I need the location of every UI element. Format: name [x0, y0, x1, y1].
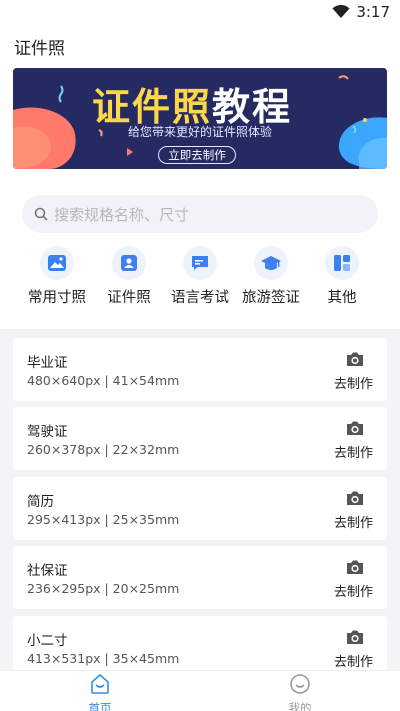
tab-label: 我的 [288, 701, 312, 711]
make-button[interactable]: 去制作 [334, 581, 373, 600]
make-button[interactable]: 去制作 [334, 373, 373, 392]
category-language-exam[interactable]: 语言考试 [160, 246, 240, 307]
category-id-photo[interactable]: 证件照 [89, 246, 169, 307]
profile-icon [290, 674, 310, 694]
search-icon [34, 207, 48, 221]
search-input[interactable]: 搜索规格名称、尺寸 [22, 195, 378, 233]
bottom-tab-bar: 首页 我的 [0, 670, 400, 711]
item-spec: 295×413px | 25×35mm [27, 512, 180, 527]
status-bar: 3:17 [0, 0, 400, 24]
camera-icon [347, 630, 363, 644]
chat-icon [192, 256, 208, 270]
camera-icon [347, 421, 363, 435]
item-name: 社保证 [27, 563, 68, 579]
item-name: 驾驶证 [27, 424, 68, 440]
item-name: 毕业证 [27, 355, 68, 371]
category-travel-visa[interactable]: 旅游签证 [231, 246, 311, 307]
top-area: 3:17 证件照 证件照教程 给您带来更好的证件照体验 立即去制作 搜索规格名称… [0, 0, 400, 329]
item-spec: 260×378px | 22×32mm [27, 442, 180, 457]
banner-subtitle: 给您带来更好的证件照体验 [127, 125, 272, 139]
page-title: 证件照 [14, 39, 65, 59]
category-label: 证件照 [107, 290, 151, 306]
category-icon-wrap [325, 246, 359, 280]
status-time: 3:17 [356, 3, 390, 21]
category-icon-wrap [40, 246, 74, 280]
item-spec: 236×295px | 20×25mm [27, 581, 180, 596]
category-icon-wrap [112, 246, 146, 280]
camera-icon [347, 491, 363, 505]
make-now-button[interactable]: 立即去制作 [158, 146, 236, 164]
id-card-icon [121, 255, 137, 271]
make-button[interactable]: 去制作 [334, 512, 373, 531]
make-button[interactable]: 去制作 [334, 442, 373, 461]
tab-mine[interactable]: 我的 [270, 673, 330, 711]
image-icon [48, 255, 66, 271]
category-icon-wrap [183, 246, 217, 280]
category-other[interactable]: 其他 [302, 246, 382, 307]
item-spec: 413×531px | 35×45mm [27, 651, 180, 666]
grid-icon [334, 255, 350, 271]
make-button[interactable]: 去制作 [334, 651, 373, 670]
category-label: 旅游签证 [242, 290, 300, 306]
home-icon [91, 673, 109, 694]
item-spec: 480×640px | 41×54mm [27, 373, 180, 388]
list-item[interactable]: 简历 295×413px | 25×35mm 去制作 [13, 477, 387, 540]
tutorial-banner[interactable]: 证件照教程 给您带来更好的证件照体验 立即去制作 [13, 68, 387, 169]
wifi-icon [332, 5, 350, 18]
category-common-sizes[interactable]: 常用寸照 [17, 246, 97, 307]
list-item[interactable]: 毕业证 480×640px | 41×54mm 去制作 [13, 338, 387, 401]
category-icon-wrap [254, 246, 288, 280]
item-name: 小二寸 [27, 633, 68, 649]
camera-icon [347, 352, 363, 366]
tab-home[interactable]: 首页 [70, 673, 130, 711]
list-item[interactable]: 社保证 236×295px | 20×25mm 去制作 [13, 546, 387, 609]
category-label: 语言考试 [171, 290, 229, 306]
camera-icon [347, 560, 363, 574]
search-placeholder: 搜索规格名称、尺寸 [54, 205, 190, 224]
list-item[interactable]: 驾驶证 260×378px | 22×32mm 去制作 [13, 407, 387, 470]
tab-label: 首页 [88, 701, 112, 711]
category-label: 其他 [327, 290, 357, 306]
graduation-cap-icon [261, 256, 281, 270]
category-label: 常用寸照 [28, 290, 86, 306]
item-name: 简历 [27, 494, 54, 510]
